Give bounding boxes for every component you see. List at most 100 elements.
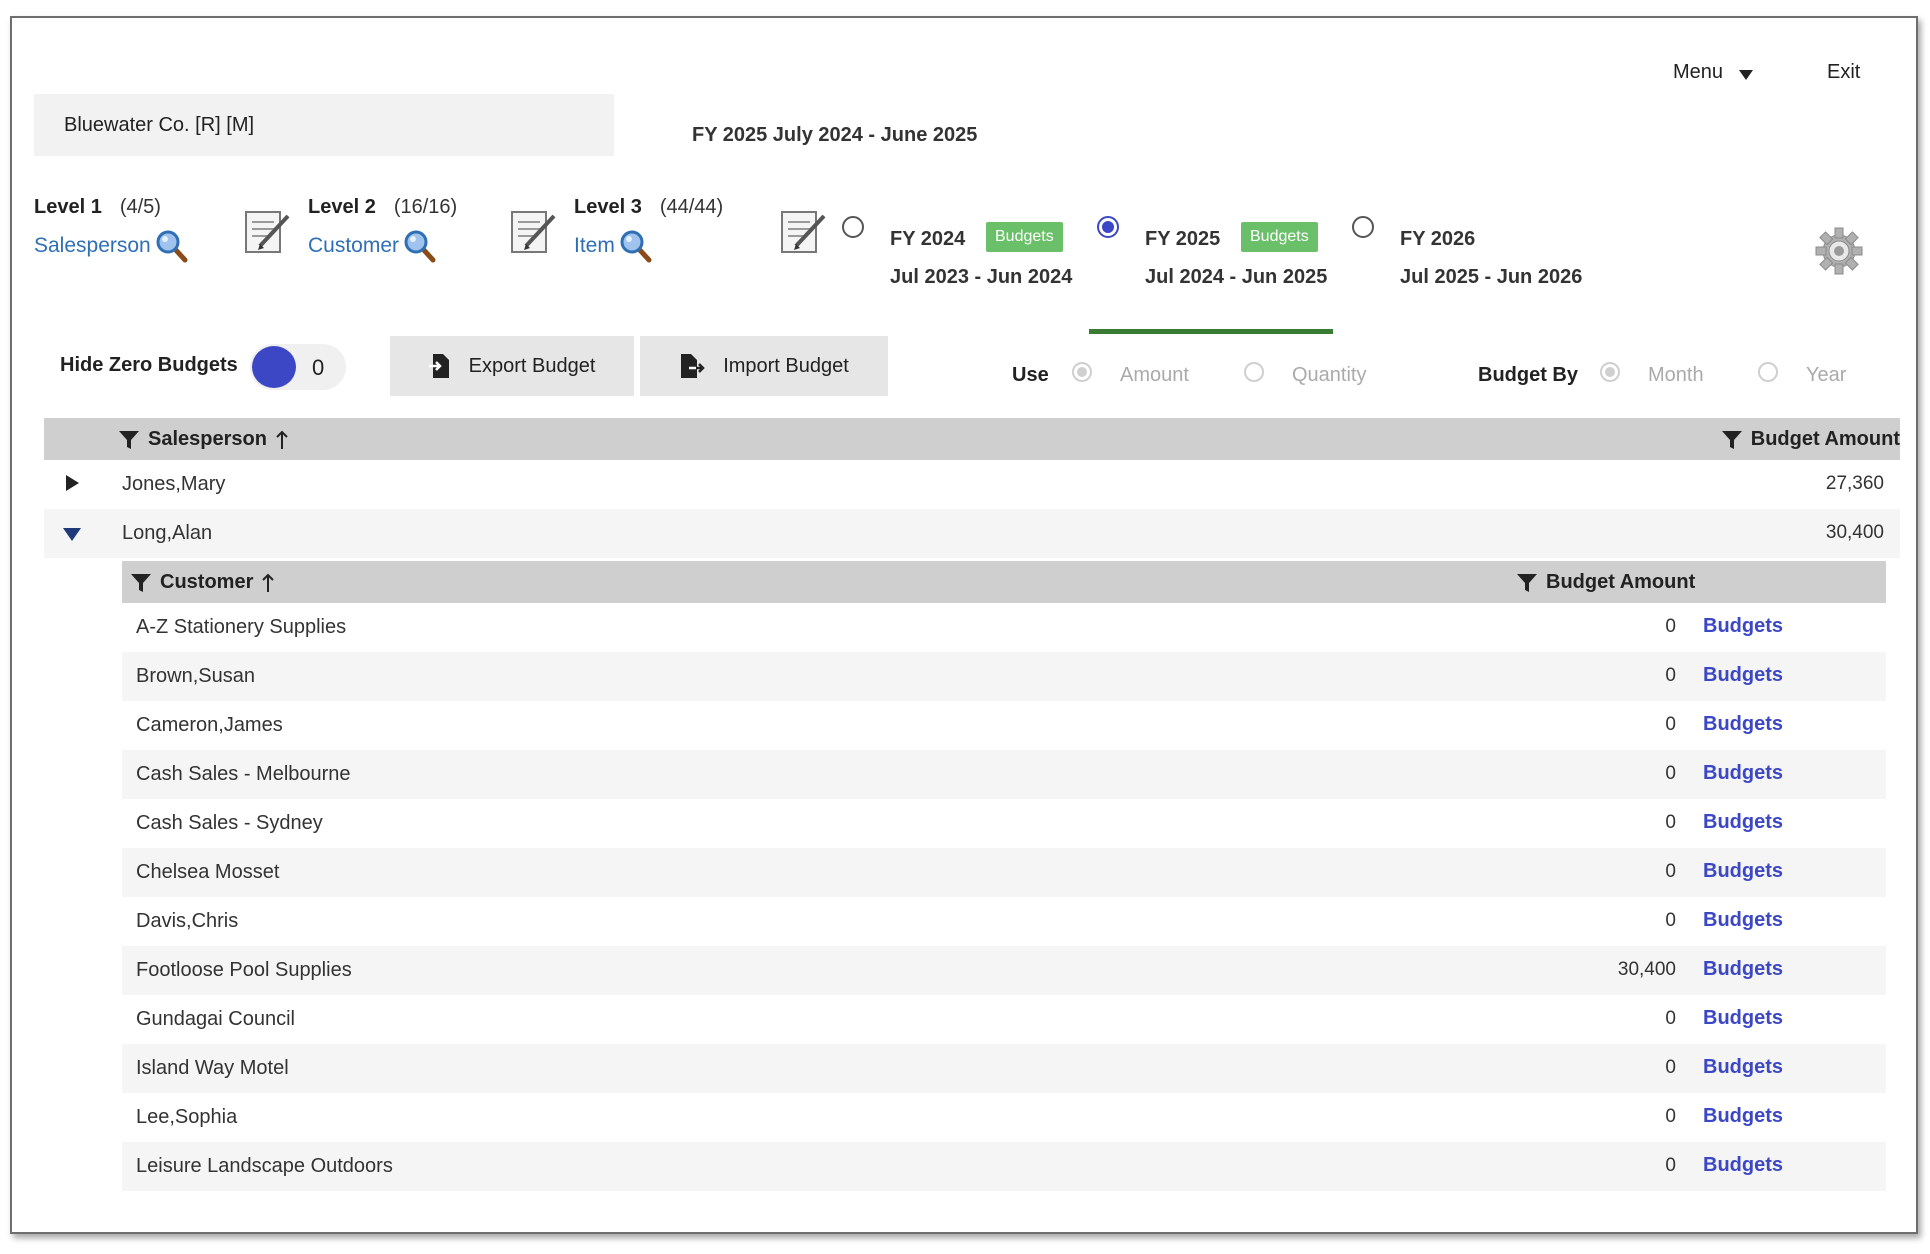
customer-name: A-Z Stationery Supplies: [136, 616, 347, 638]
fy-2024-budgets-badge[interactable]: Budgets: [986, 222, 1063, 252]
level-2-title: Level 2: [308, 196, 376, 218]
use-amount-radio[interactable]: [1072, 362, 1092, 382]
fy-2025-radio[interactable]: [1097, 216, 1119, 238]
customer-budget-amount-column-header[interactable]: Budget Amount: [1516, 571, 1695, 594]
item-link-label: Item: [574, 234, 615, 257]
customer-name: Cash Sales - Melbourne: [136, 763, 351, 785]
table-row[interactable]: Cash Sales - Melbourne 0 Budgets: [122, 750, 1886, 799]
customer-column-label: Customer: [160, 571, 254, 593]
budget-amount-column-header[interactable]: Budget Amount: [1721, 428, 1900, 451]
budget-amount-column-label: Budget Amount: [1750, 428, 1900, 450]
budgets-link[interactable]: Budgets: [1703, 1154, 1783, 1177]
document-edit-icon[interactable]: [242, 206, 292, 256]
use-quantity-label: Quantity: [1292, 364, 1367, 386]
level-3: Level 3 (44/44) Item: [574, 196, 723, 263]
funnel-icon[interactable]: [130, 572, 152, 594]
magnifier-icon: [156, 230, 188, 263]
customer-name: Cash Sales - Sydney: [136, 812, 323, 834]
table-row[interactable]: Cameron,James 0 Budgets: [122, 701, 1886, 750]
customer-name: Gundagai Council: [136, 1008, 295, 1030]
collapse-icon[interactable]: [62, 526, 82, 542]
customer-amount: 0: [1665, 714, 1676, 735]
use-label: Use: [1012, 364, 1049, 386]
budget-by-month-radio[interactable]: [1600, 362, 1620, 382]
table-row[interactable]: Leisure Landscape Outdoors 0 Budgets: [122, 1142, 1886, 1191]
customer-amount: 0: [1665, 861, 1676, 882]
app-window: Menu Exit Bluewater Co. [R] [M] FY 2025 …: [10, 16, 1918, 1234]
sort-up-icon[interactable]: [275, 430, 289, 450]
budgets-link[interactable]: Budgets: [1703, 713, 1783, 736]
level-1: Level 1 (4/5) Salesperson: [34, 196, 189, 263]
customer-amount: 0: [1665, 763, 1676, 784]
salesperson-amount: 27,360: [1825, 473, 1884, 494]
fy-2026-radio[interactable]: [1352, 216, 1374, 238]
export-icon: [428, 354, 449, 378]
customer-name: Cameron,James: [136, 714, 283, 736]
table-row[interactable]: Davis,Chris 0 Budgets: [122, 897, 1886, 946]
document-edit-icon[interactable]: [778, 206, 828, 256]
table-row[interactable]: Jones,Mary 27,360: [44, 460, 1900, 509]
budgets-link[interactable]: Budgets: [1703, 1056, 1783, 1079]
customer-name: Lee,Sophia: [136, 1106, 238, 1128]
funnel-icon[interactable]: [1516, 572, 1538, 594]
fy-2024-radio[interactable]: [842, 216, 864, 238]
salesperson-column-header[interactable]: Salesperson: [118, 428, 289, 451]
table-row[interactable]: Footloose Pool Supplies 30,400 Budgets: [122, 946, 1886, 995]
export-budget-button[interactable]: Export Budget: [390, 336, 634, 396]
budget-by-month-label: Month: [1648, 364, 1704, 386]
budgets-link[interactable]: Budgets: [1703, 811, 1783, 834]
customer-link[interactable]: Customer: [308, 229, 457, 263]
budgets-link[interactable]: Budgets: [1703, 860, 1783, 883]
table-row[interactable]: Gundagai Council 0 Budgets: [122, 995, 1886, 1044]
budget-by-year-radio[interactable]: [1758, 362, 1778, 382]
table-row[interactable]: Island Way Motel 0 Budgets: [122, 1044, 1886, 1093]
salesperson-link-label: Salesperson: [34, 234, 151, 257]
customer-amount: 0: [1665, 1155, 1676, 1176]
table-row[interactable]: Cash Sales - Sydney 0 Budgets: [122, 799, 1886, 848]
budgets-link[interactable]: Budgets: [1703, 762, 1783, 785]
table-row[interactable]: Long,Alan 30,400: [44, 509, 1900, 558]
table-row[interactable]: Lee,Sophia 0 Budgets: [122, 1093, 1886, 1142]
funnel-icon[interactable]: [1721, 429, 1743, 451]
fy-2025-budgets-badge[interactable]: Budgets: [1241, 222, 1318, 252]
funnel-icon[interactable]: [118, 429, 140, 451]
hide-zero-toggle[interactable]: 0: [250, 344, 346, 390]
import-budget-button[interactable]: Import Budget: [640, 336, 888, 396]
customer-column-header[interactable]: Customer: [130, 571, 275, 594]
salesperson-name: Long,Alan: [122, 522, 213, 544]
fy-2024-range: Jul 2023 - Jun 2024: [890, 266, 1073, 288]
salesperson-table-header: Salesperson Budget Amount: [44, 418, 1900, 460]
menu-button[interactable]: Menu: [1673, 61, 1754, 84]
level-1-count: (4/5): [119, 196, 161, 218]
budgets-link[interactable]: Budgets: [1703, 1105, 1783, 1128]
gear-icon[interactable]: [1814, 226, 1864, 276]
salesperson-amount: 30,400: [1825, 522, 1884, 543]
document-edit-icon[interactable]: [508, 206, 558, 256]
budgets-link[interactable]: Budgets: [1703, 909, 1783, 932]
customer-amount: 0: [1665, 665, 1676, 686]
menu-label: Menu: [1673, 61, 1724, 83]
level-3-count: (44/44): [659, 196, 724, 218]
table-row[interactable]: Chelsea Mosset 0 Budgets: [122, 848, 1886, 897]
salesperson-link[interactable]: Salesperson: [34, 229, 189, 263]
table-row[interactable]: A-Z Stationery Supplies 0 Budgets: [122, 603, 1886, 652]
company-name: Bluewater Co. [R] [M]: [34, 94, 614, 156]
level-1-title: Level 1: [34, 196, 102, 218]
use-quantity-radio[interactable]: [1244, 362, 1264, 382]
exit-button[interactable]: Exit: [1827, 61, 1860, 84]
budgets-link[interactable]: Budgets: [1703, 1007, 1783, 1030]
customer-amount: 0: [1665, 1057, 1676, 1078]
item-link[interactable]: Item: [574, 229, 723, 263]
budgets-link[interactable]: Budgets: [1703, 615, 1783, 638]
salesperson-column-label: Salesperson: [148, 428, 267, 450]
expand-icon[interactable]: [64, 474, 80, 492]
sort-up-icon[interactable]: [261, 573, 275, 593]
table-row[interactable]: Brown,Susan 0 Budgets: [122, 652, 1886, 701]
fiscal-year-title: FY 2025 July 2024 - June 2025: [692, 124, 978, 146]
customer-amount: 0: [1665, 616, 1676, 637]
budgets-link[interactable]: Budgets: [1703, 958, 1783, 981]
customer-name: Chelsea Mosset: [136, 861, 280, 883]
customer-name: Footloose Pool Supplies: [136, 959, 352, 981]
customer-amount: 0: [1665, 1008, 1676, 1029]
budgets-link[interactable]: Budgets: [1703, 664, 1783, 687]
